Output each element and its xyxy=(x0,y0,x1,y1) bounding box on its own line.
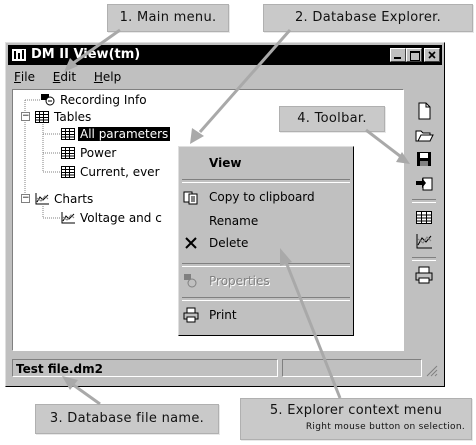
context-separator xyxy=(182,179,350,183)
print-icon xyxy=(183,307,199,323)
toolbar xyxy=(408,89,440,351)
callout-database-explorer: 2. Database Explorer. xyxy=(263,4,473,32)
tree-label: Recording Info xyxy=(60,93,147,107)
tree-item-voltage[interactable]: Voltage and c xyxy=(61,210,164,226)
minimize-icon xyxy=(394,57,401,59)
context-rename[interactable]: Rename xyxy=(181,211,351,231)
menu-file[interactable]: File xyxy=(14,67,35,87)
status-bar: Test file.dm2 xyxy=(12,359,438,379)
context-print-label: Print xyxy=(209,308,237,322)
context-properties[interactable]: Properties xyxy=(181,271,351,291)
tree-label: Power xyxy=(80,146,117,160)
explorer-context-menu: View Copy to clipboard Rename Delete Pro… xyxy=(178,146,354,336)
close-icon xyxy=(428,51,436,59)
recording-info-icon xyxy=(41,94,55,106)
chart-icon xyxy=(61,212,75,224)
context-separator xyxy=(182,263,350,267)
maximize-icon xyxy=(410,51,420,61)
status-cell-empty xyxy=(282,359,422,377)
table-icon xyxy=(61,128,75,140)
close-button[interactable] xyxy=(424,48,440,62)
minimize-button[interactable] xyxy=(390,48,406,62)
context-separator xyxy=(182,297,350,301)
charts-collapse-toggle[interactable]: − xyxy=(21,194,30,203)
main-menu: File Edit Help xyxy=(8,67,442,87)
tables-collapse-toggle[interactable]: − xyxy=(21,112,30,121)
toolbar-separator xyxy=(412,257,436,261)
table-view-icon[interactable] xyxy=(414,207,434,227)
export-icon[interactable] xyxy=(414,173,434,193)
tree-label: All parameters xyxy=(78,127,171,141)
window-title: DM II View(tm) xyxy=(31,47,141,62)
tree-item-recording-info[interactable]: Recording Info xyxy=(41,92,149,108)
callout-database-file-name: 3. Database file name. xyxy=(35,404,219,434)
chart-icon xyxy=(35,193,49,205)
menu-edit[interactable]: Edit xyxy=(53,67,76,87)
context-delete-label: Delete xyxy=(209,236,249,250)
callout-toolbar: 4. Toolbar. xyxy=(279,106,385,132)
callout-main-menu: 1. Main menu. xyxy=(107,4,229,32)
table-icon xyxy=(61,147,75,159)
context-properties-label: Properties xyxy=(209,274,270,288)
open-folder-icon[interactable] xyxy=(414,125,434,145)
context-rename-label: Rename xyxy=(209,214,259,228)
tree-item-power[interactable]: Power xyxy=(61,145,118,161)
title-bar[interactable]: DM II View(tm) xyxy=(8,45,442,65)
arrow-database-file xyxy=(71,382,101,406)
properties-icon xyxy=(184,274,197,288)
maximize-button[interactable] xyxy=(406,48,422,62)
context-delete[interactable]: Delete xyxy=(181,233,351,253)
tree-label: Charts xyxy=(54,192,94,206)
print-icon[interactable] xyxy=(414,265,434,285)
tree-item-all-parameters[interactable]: All parameters xyxy=(61,126,171,142)
new-file-icon[interactable] xyxy=(414,101,434,121)
callout-context-title: 5. Explorer context menu xyxy=(269,403,443,418)
delete-icon xyxy=(185,237,197,249)
tree-label: Voltage and c xyxy=(80,211,162,225)
context-copy[interactable]: Copy to clipboard xyxy=(181,187,351,207)
table-icon xyxy=(61,166,75,178)
menu-help[interactable]: Help xyxy=(94,67,121,87)
tree-label: Current, ever xyxy=(80,165,160,179)
tree-item-tables[interactable]: Tables xyxy=(35,109,93,125)
callout-context-subtitle: Right mouse button on selection. xyxy=(305,422,465,432)
context-view[interactable]: View xyxy=(181,153,351,173)
chart-view-icon[interactable] xyxy=(414,231,434,251)
app-icon xyxy=(12,49,26,61)
context-copy-label: Copy to clipboard xyxy=(209,190,315,204)
tree-item-charts[interactable]: Charts xyxy=(35,191,95,207)
save-icon[interactable] xyxy=(414,149,434,169)
tree-item-current[interactable]: Current, ever xyxy=(61,164,162,180)
copy-icon xyxy=(183,191,198,205)
callout-context-menu: 5. Explorer context menu Right mouse but… xyxy=(240,398,472,440)
table-icon xyxy=(35,111,49,123)
toolbar-separator xyxy=(412,199,436,203)
context-view-label: View xyxy=(209,156,242,170)
database-file-name: Test file.dm2 xyxy=(12,359,278,377)
tree-label: Tables xyxy=(54,110,92,124)
context-print[interactable]: Print xyxy=(181,305,351,325)
resize-grip-icon[interactable] xyxy=(424,363,438,377)
